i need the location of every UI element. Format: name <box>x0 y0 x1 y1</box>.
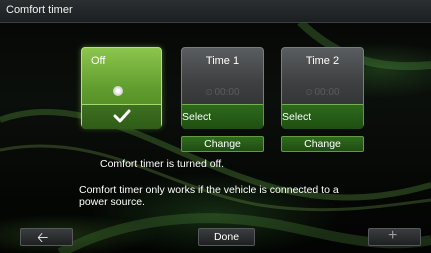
mode-time1-label: Time 1 <box>205 55 240 67</box>
info-message: Comfort timer only works if the vehicle … <box>79 184 339 208</box>
power-icon <box>113 86 123 96</box>
time2-value: 00:00 <box>314 87 340 98</box>
time2-change-button[interactable]: Change <box>281 136 364 152</box>
plus-icon: + <box>388 227 398 244</box>
time1-change-button[interactable]: Change <box>181 136 264 152</box>
mode-off-tile[interactable]: Off <box>81 47 162 129</box>
mode-off-selected-band <box>82 104 161 129</box>
mode-time2-label: Time 2 <box>305 55 340 67</box>
time1-select-button[interactable]: Select <box>182 104 263 129</box>
mode-time2-tile[interactable]: Time 2 ⏲ 00:00 Select <box>281 47 364 129</box>
mode-time1-tile[interactable]: Time 1 ⏲ 00:00 Select <box>181 47 264 129</box>
status-message: Comfort timer is turned off. <box>100 158 225 170</box>
back-button[interactable]: 🡠 <box>20 228 73 246</box>
time2-readout: ⏲ 00:00 <box>282 87 363 98</box>
checkmark-icon <box>113 109 131 123</box>
time1-readout: ⏲ 00:00 <box>182 87 263 98</box>
time1-select-label: Select <box>182 111 212 123</box>
title-bar: Comfort timer <box>0 0 431 23</box>
time2-select-label: Select <box>282 111 312 123</box>
add-button[interactable]: + <box>368 228 421 246</box>
done-button[interactable]: Done <box>198 228 255 246</box>
back-arrow-icon: 🡠 <box>37 229 49 245</box>
time2-select-button[interactable]: Select <box>282 104 363 129</box>
timer-clock-icon: ⏲ <box>305 87 313 97</box>
time1-value: 00:00 <box>214 87 240 98</box>
screen: Comfort timer Off Time 1 ⏲ 00:00 Select T… <box>0 0 431 253</box>
window-title: Comfort timer <box>6 4 73 16</box>
timer-clock-icon: ⏲ <box>205 87 213 97</box>
mode-off-label: Off <box>91 55 106 67</box>
